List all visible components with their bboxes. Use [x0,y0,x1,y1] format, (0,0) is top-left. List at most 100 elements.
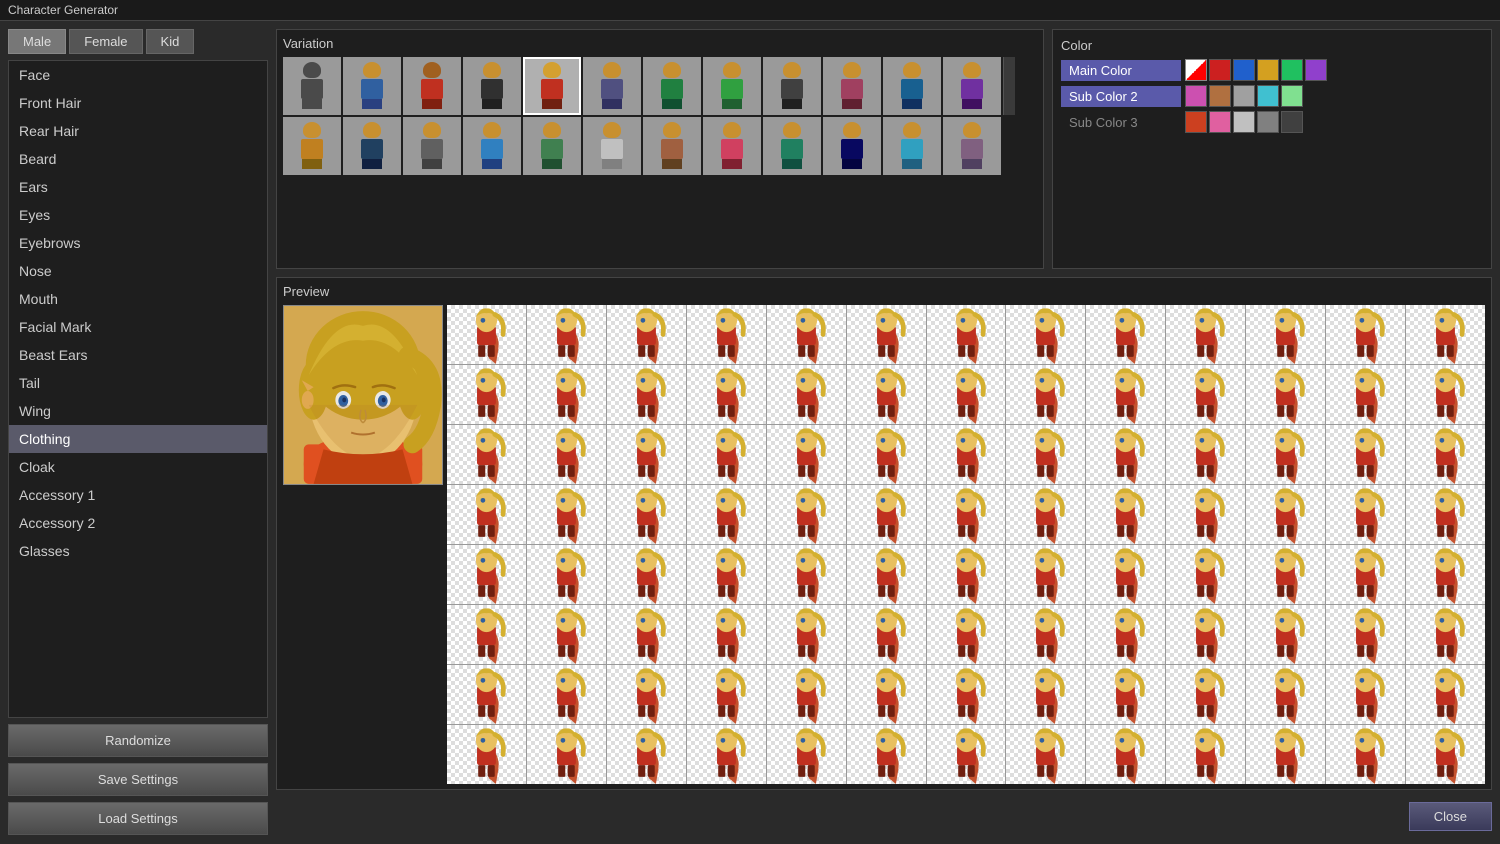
swatch-mint[interactable] [1281,85,1303,107]
close-button[interactable]: Close [1409,802,1492,831]
sprite-cell [1086,485,1165,544]
sidebar-item-front-hair[interactable]: Front Hair [9,89,267,117]
swatch-pink[interactable] [1185,85,1207,107]
sidebar-item-beast-ears[interactable]: Beast Ears [9,341,267,369]
sprite-cell [1246,725,1325,784]
sprite-sheet [447,305,1485,784]
variation-cell-1-1[interactable] [343,117,401,175]
variation-cell-0-1[interactable] [343,57,401,115]
swatch-very-dark[interactable] [1281,111,1303,133]
sprite-cell [1246,425,1325,484]
sub2-color-swatches [1185,85,1303,107]
sidebar-item-face[interactable]: Face [9,61,267,89]
variation-cell-0-4[interactable] [523,57,581,115]
tab-male[interactable]: Male [8,29,66,54]
sidebar-item-glasses[interactable]: Glasses [9,537,267,565]
right-area: Variation [276,29,1492,835]
sidebar-item-rear-hair[interactable]: Rear Hair [9,117,267,145]
swatch-green[interactable] [1281,59,1303,81]
swatch-gray[interactable] [1233,85,1255,107]
swatch-purple[interactable] [1305,59,1327,81]
sidebar-item-clothing[interactable]: Clothing [9,425,267,453]
variation-cell-1-10[interactable] [883,117,941,175]
variation-cell-0-8[interactable] [763,57,821,115]
sidebar-item-tail[interactable]: Tail [9,369,267,397]
sprite-cell [687,485,766,544]
sidebar-item-eyes[interactable]: Eyes [9,201,267,229]
sprite-cell [687,725,766,784]
sidebar-item-ears[interactable]: Ears [9,173,267,201]
sprite-cell [847,365,926,424]
tab-female[interactable]: Female [69,29,142,54]
sidebar-item-cloak[interactable]: Cloak [9,453,267,481]
sidebar-item-accessory-2[interactable]: Accessory 2 [9,509,267,537]
variation-cell-1-5[interactable] [583,117,641,175]
variation-cell-0-3[interactable] [463,57,521,115]
sprite-cell [847,425,926,484]
swatch-hot-pink[interactable] [1209,111,1231,133]
sprite-cell [1406,605,1485,664]
variation-cell-0-6[interactable] [643,57,701,115]
sidebar-item-facial-mark[interactable]: Facial Mark [9,313,267,341]
swatch-yellow[interactable] [1257,59,1279,81]
tab-kid[interactable]: Kid [146,29,195,54]
sprite-cell [847,305,926,364]
sprite-cell [607,605,686,664]
main-color-swatches [1185,59,1327,81]
swatch-dark-gray[interactable] [1257,111,1279,133]
variation-cell-0-9[interactable] [823,57,881,115]
variation-scroll[interactable] [283,57,1037,242]
title-bar: Character Generator [0,0,1500,21]
sprite-cell [1406,305,1485,364]
sidebar-item-mouth[interactable]: Mouth [9,285,267,313]
sprite-cell [607,305,686,364]
variation-cell-1-11[interactable] [943,117,1001,175]
variation-cell-0-2[interactable] [403,57,461,115]
variation-cell-1-2[interactable] [403,117,461,175]
swatch-orange-red[interactable] [1185,111,1207,133]
sprite-cell [607,425,686,484]
sprite-cell [527,725,606,784]
variation-cell-0-7[interactable] [703,57,761,115]
variation-cell-1-6[interactable] [643,117,701,175]
top-right-area: Variation [276,29,1492,269]
sprite-cell [607,665,686,724]
swatch-red[interactable] [1209,59,1231,81]
load-settings-button[interactable]: Load Settings [8,802,268,835]
sub-color-3-label[interactable]: Sub Color 3 [1061,112,1181,133]
sprite-cell [1326,725,1405,784]
variation-cell-1-4[interactable] [523,117,581,175]
variation-cell-0-5[interactable] [583,57,641,115]
sidebar-item-accessory-1[interactable]: Accessory 1 [9,481,267,509]
swatch-light-gray[interactable] [1233,111,1255,133]
randomize-button[interactable]: Randomize [8,724,268,757]
swatch-transparent[interactable] [1185,59,1207,81]
sub-color-2-label[interactable]: Sub Color 2 [1061,86,1181,107]
variation-cell-1-7[interactable] [703,117,761,175]
variation-cell-1-3[interactable] [463,117,521,175]
sprite-cell [1006,605,1085,664]
variation-cell-0-10[interactable] [883,57,941,115]
save-settings-button[interactable]: Save Settings [8,763,268,796]
sprite-cell [1166,605,1245,664]
swatch-cyan[interactable] [1257,85,1279,107]
variation-cell-1-0[interactable] [283,117,341,175]
variation-cell-0-0[interactable] [283,57,341,115]
app-title: Character Generator [8,3,118,17]
main-color-label[interactable]: Main Color [1061,60,1181,81]
color-row-sub2: Sub Color 2 [1061,85,1483,107]
sidebar-item-eyebrows[interactable]: Eyebrows [9,229,267,257]
variation-cell-0-11[interactable] [943,57,1001,115]
swatch-blue[interactable] [1233,59,1255,81]
close-btn-area: Close [276,798,1492,835]
swatch-brown[interactable] [1209,85,1231,107]
sidebar-item-wing[interactable]: Wing [9,397,267,425]
sprite-cell [1326,605,1405,664]
variation-cell-1-8[interactable] [763,117,821,175]
color-title: Color [1061,38,1483,53]
sidebar-item-beard[interactable]: Beard [9,145,267,173]
sprite-cell [447,605,526,664]
variation-scrollbar[interactable] [1003,57,1015,115]
variation-cell-1-9[interactable] [823,117,881,175]
sidebar-item-nose[interactable]: Nose [9,257,267,285]
